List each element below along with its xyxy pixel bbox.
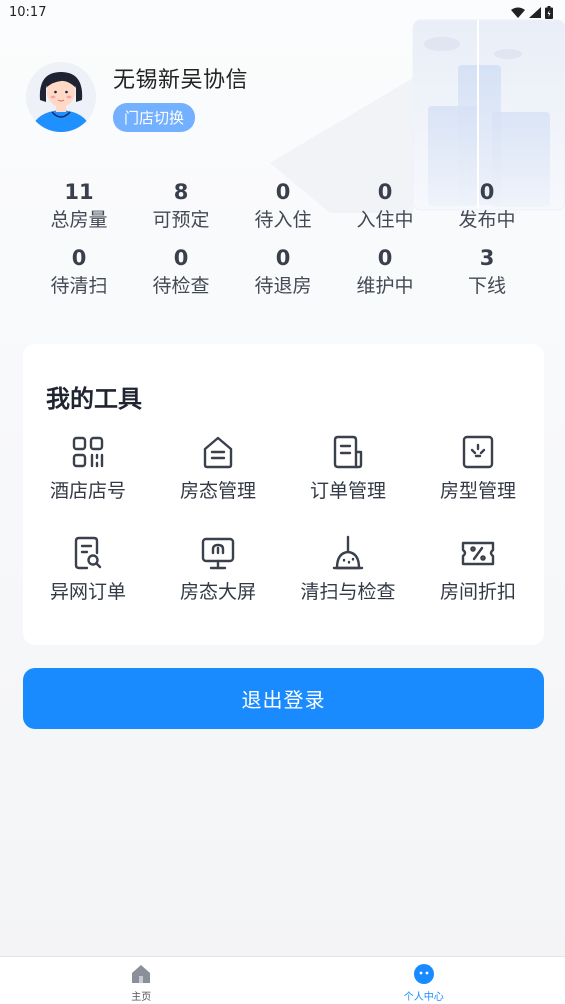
- home-icon: [132, 965, 151, 983]
- profile-header: 无锡新吴协信 门店切换: [26, 62, 248, 132]
- broom-icon: [332, 535, 364, 570]
- tool-label: 房型管理: [439, 480, 516, 502]
- signal-icon: [529, 6, 541, 18]
- stat-label: 待清扫: [50, 275, 108, 297]
- tool-label: 房态管理: [179, 480, 256, 502]
- stat-total-rooms[interactable]: 11 总房量: [28, 178, 130, 234]
- tool-label: 异网订单: [49, 581, 126, 603]
- room-stats: 11 总房量 8 可预定 0 待入住 0 入住中 0 发布中 0 待清扫 0 待检查 0 待退房…: [28, 178, 538, 300]
- stat-label: 待入住: [254, 209, 312, 231]
- status-icons: [511, 5, 553, 19]
- wifi-icon: [511, 7, 525, 18]
- stat-value: 0: [71, 246, 87, 270]
- stat-offline[interactable]: 3 下线: [436, 244, 538, 300]
- stat-value: 0: [377, 246, 393, 270]
- status-time: 10:17: [9, 4, 47, 20]
- stat-value: 0: [173, 246, 189, 270]
- room-type-icon: [462, 435, 494, 469]
- stat-pending-inspect[interactable]: 0 待检查: [130, 244, 232, 300]
- tool-clean-inspect[interactable]: 清扫与检查: [283, 535, 413, 604]
- tools-title: 我的工具: [46, 385, 142, 413]
- stat-label: 待检查: [152, 275, 210, 297]
- logout-button[interactable]: 退出登录: [23, 668, 544, 729]
- stat-publishing[interactable]: 0 发布中: [436, 178, 538, 234]
- tool-label: 房态大屏: [179, 581, 256, 603]
- stat-label: 下线: [467, 275, 506, 297]
- stat-value: 8: [173, 180, 189, 204]
- stat-label: 维护中: [356, 275, 414, 297]
- qr-code-icon: [72, 436, 104, 468]
- stat-checked-in[interactable]: 0 入住中: [334, 178, 436, 234]
- document-icon: [333, 435, 363, 469]
- tool-label: 订单管理: [309, 480, 386, 502]
- stat-value: 0: [377, 180, 393, 204]
- stat-maintenance[interactable]: 0 维护中: [334, 244, 436, 300]
- tool-room-type[interactable]: 房型管理: [413, 434, 543, 503]
- tool-label: 清扫与检查: [300, 581, 396, 603]
- stat-pending-checkin[interactable]: 0 待入住: [232, 178, 334, 234]
- avatar: [26, 62, 96, 132]
- profile-icon: [413, 964, 434, 984]
- tool-status-screen[interactable]: 房态大屏: [153, 535, 283, 604]
- stat-label: 发布中: [458, 209, 516, 231]
- stat-value: 11: [64, 180, 94, 204]
- tool-hotel-code[interactable]: 酒店店号: [23, 434, 153, 503]
- discount-ticket-icon: [461, 541, 495, 566]
- stat-pending-clean[interactable]: 0 待清扫: [28, 244, 130, 300]
- search-document-icon: [74, 536, 102, 570]
- stat-label: 入住中: [356, 209, 414, 231]
- tool-external-orders[interactable]: 异网订单: [23, 535, 153, 604]
- my-tools-card: 我的工具 酒店店号 房态管理 订单管理 房型管理 异网订单 房态大屏 清扫与检查…: [23, 344, 544, 645]
- battery-icon: [545, 5, 553, 19]
- tool-order-management[interactable]: 订单管理: [283, 434, 413, 503]
- tab-label: 主页: [131, 992, 152, 1003]
- stat-label: 可预定: [152, 209, 210, 231]
- tab-home[interactable]: 主页: [0, 957, 283, 1004]
- store-switch-button[interactable]: 门店切换: [113, 103, 196, 132]
- house-icon: [203, 436, 233, 469]
- stat-label: 总房量: [50, 209, 108, 231]
- hotel-name: 无锡新吴协信: [113, 68, 249, 93]
- stat-value: 3: [479, 246, 495, 270]
- bottom-tab-bar: 主页 个人中心: [0, 956, 565, 1004]
- tool-room-discount[interactable]: 房间折扣: [413, 535, 543, 604]
- tool-label: 酒店店号: [49, 480, 126, 502]
- avatar-illustration: [26, 62, 96, 132]
- tool-room-status[interactable]: 房态管理: [153, 434, 283, 503]
- stat-value: 0: [275, 180, 291, 204]
- stat-bookable[interactable]: 8 可预定: [130, 178, 232, 234]
- stat-pending-checkout[interactable]: 0 待退房: [232, 244, 334, 300]
- tools-grid: 酒店店号 房态管理 订单管理 房型管理 异网订单 房态大屏 清扫与检查 房间折扣: [23, 434, 544, 604]
- stat-label: 待退房: [254, 275, 312, 297]
- monitor-icon: [201, 537, 235, 570]
- stat-value: 0: [275, 246, 291, 270]
- stat-value: 0: [479, 180, 495, 204]
- tool-label: 房间折扣: [439, 581, 516, 603]
- tab-label: 个人中心: [403, 992, 444, 1003]
- tab-profile[interactable]: 个人中心: [283, 957, 565, 1004]
